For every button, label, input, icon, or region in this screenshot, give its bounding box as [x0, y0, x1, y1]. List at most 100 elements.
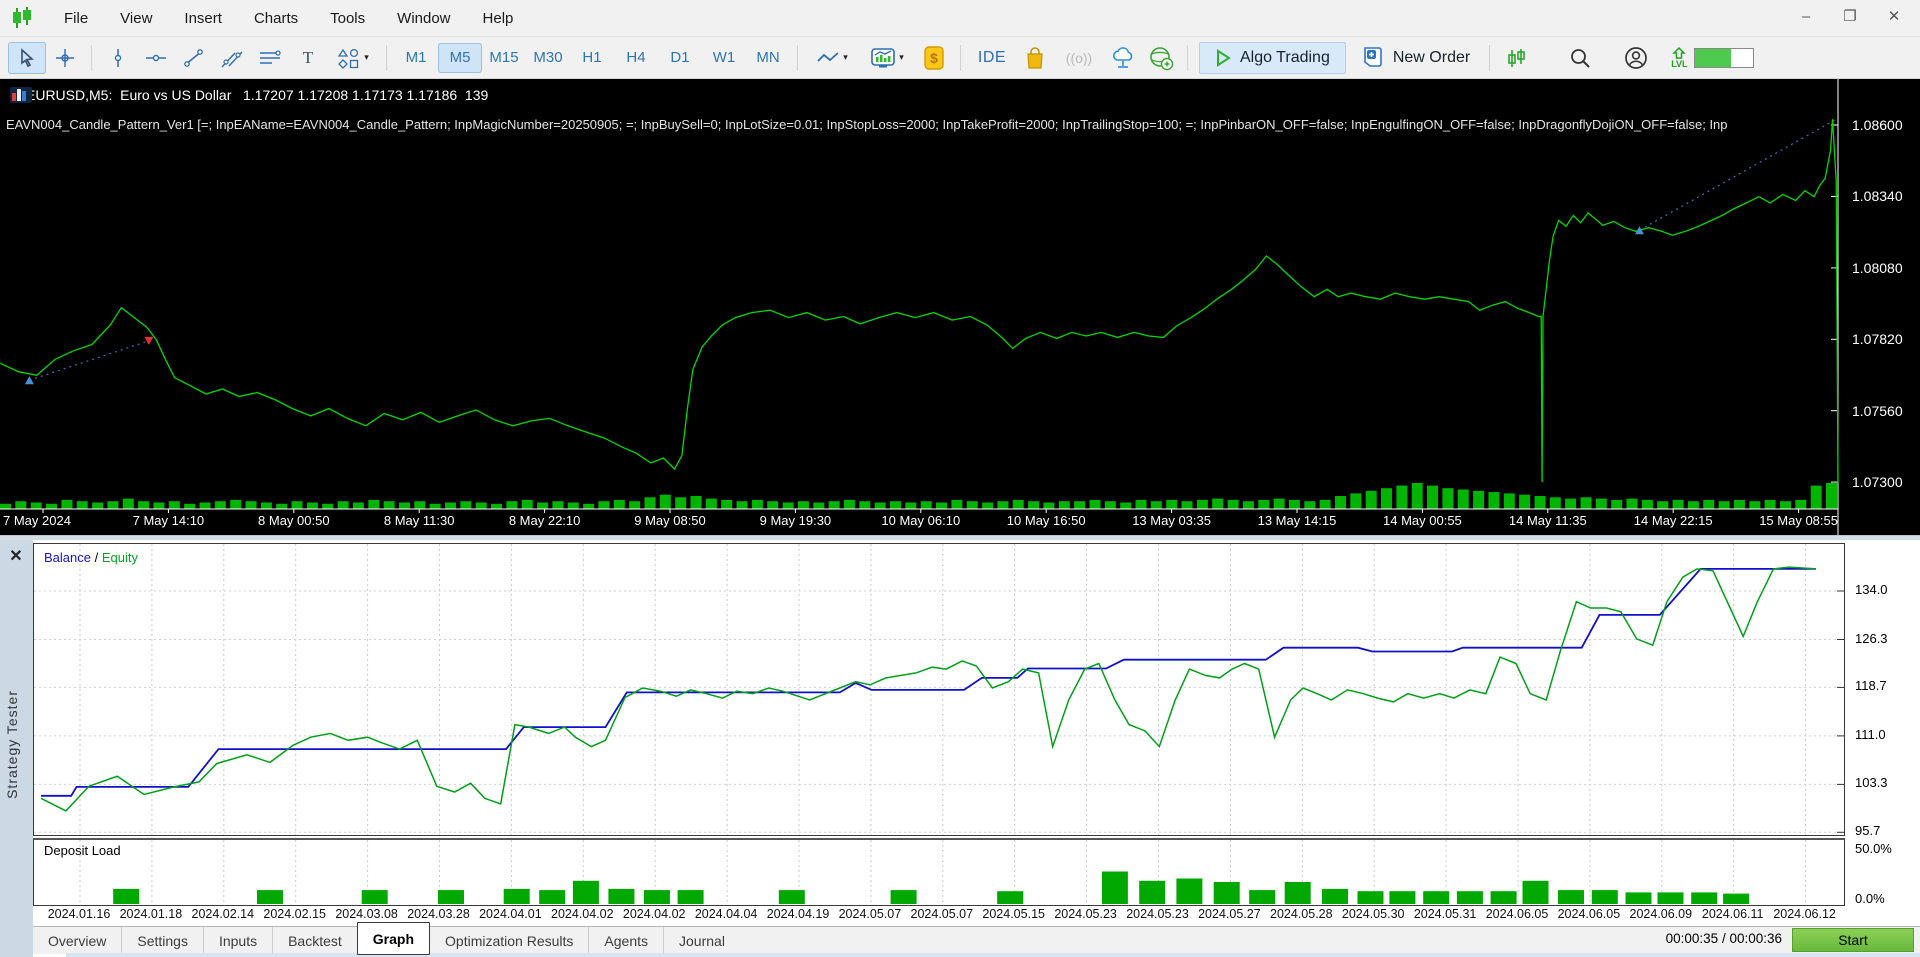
search-button[interactable]	[1561, 42, 1599, 74]
tester-tab[interactable]: Settings	[121, 927, 203, 954]
tester-close-icon[interactable]: ✕	[6, 546, 26, 566]
cursor-icon	[17, 47, 37, 68]
price-chart-area[interactable]: EURUSD,M5: Euro vs US Dollar 1.17207 1.1…	[0, 79, 1920, 535]
menu-item[interactable]: Help	[467, 6, 530, 31]
new-order-icon	[1362, 46, 1384, 70]
menu-bar: File View Insert Charts Tools Window Help – ❐ …	[0, 0, 1920, 36]
signals-button[interactable]: ((o))	[1054, 42, 1104, 74]
minimize-button[interactable]: –	[1784, 0, 1828, 32]
balance-axis-label: 126.3	[1855, 630, 1888, 646]
menu-item[interactable]: File	[48, 6, 104, 31]
toolbar-separator	[1489, 44, 1491, 71]
timeframe-button[interactable]: D1	[658, 43, 702, 73]
time-tick-label: 7 May 14:10	[132, 513, 205, 528]
account-level-button[interactable]: LVL	[1671, 46, 1688, 69]
time-tick-label: 8 May 00:50	[258, 513, 330, 528]
equidistant-levels-tool-button[interactable]	[251, 42, 289, 74]
balance-axis-label: 103.3	[1855, 775, 1888, 791]
price-axis[interactable]: 1.08600 1.08340 1.08080 1.07820 1.07560 1.073…	[1844, 79, 1920, 509]
date-tick-label: 2024.06.09	[1629, 907, 1693, 921]
tester-tab[interactable]: Agents	[588, 927, 663, 954]
trendline-tool-button[interactable]	[175, 42, 213, 74]
date-tick-label: 2024.01.18	[119, 907, 183, 921]
tester-tab[interactable]: Inputs	[202, 927, 272, 954]
timeframe-button[interactable]: MN	[746, 43, 790, 73]
shapes-tool-button[interactable]: ▾	[327, 42, 379, 74]
shapes-icon	[337, 47, 361, 69]
timeframe-button[interactable]: M5	[438, 42, 482, 73]
date-tick-label: 2024.04.02	[551, 907, 614, 921]
text-tool-button[interactable]: T	[289, 42, 327, 74]
vps-button[interactable]	[1104, 42, 1142, 74]
tester-tab[interactable]: Graph	[356, 922, 431, 955]
date-tick-label: 2024.02.14	[191, 907, 255, 921]
chart-type-dropdown-icon[interactable]: ▾	[843, 52, 848, 63]
menu-item[interactable]: Window	[381, 6, 466, 31]
timeframe-button[interactable]: W1	[702, 43, 746, 73]
timeframe-button[interactable]: M1	[394, 43, 438, 73]
cursor-tool-button[interactable]	[8, 41, 46, 74]
timeframe-button[interactable]: M15	[482, 43, 526, 73]
tester-tab[interactable]: Overview	[33, 927, 121, 954]
date-tick-label: 2024.05.15	[982, 907, 1045, 921]
date-tick-label: 2024.03.28	[407, 907, 470, 921]
timeframe-button[interactable]: H4	[614, 43, 658, 73]
algo-trading-label: Algo Trading	[1240, 48, 1330, 66]
community-button[interactable]	[1142, 42, 1180, 74]
vertical-line-tool-button[interactable]	[99, 42, 137, 74]
chart-type-button[interactable]: ▾	[805, 42, 859, 74]
depth-of-market-button[interactable]	[1497, 42, 1535, 74]
menu-item[interactable]: Charts	[238, 6, 314, 31]
dollar-icon: $	[923, 45, 945, 70]
date-tick-label: 2024.05.07	[910, 907, 974, 921]
date-tick-label: 2024.01.16	[47, 907, 111, 921]
crosshair-tool-button[interactable]	[46, 42, 84, 74]
date-tick-label: 2024.06.05	[1557, 907, 1621, 921]
restore-button[interactable]: ❐	[1828, 0, 1872, 32]
time-axis[interactable]: 7 May 2024 7 May 14:10 8 May 00:50 8 May 11…	[0, 511, 1844, 533]
balance-axis-label: 134.0	[1855, 582, 1888, 597]
menu-item[interactable]: Tools	[314, 6, 381, 31]
ide-button[interactable]: IDE	[968, 42, 1016, 74]
tester-tab[interactable]: Backtest	[272, 927, 357, 954]
menu: File View Insert Charts Tools Window Help	[48, 6, 529, 31]
balance-equity-graph[interactable]: Balance / Equity	[33, 543, 1845, 836]
date-tick-label: 2024.05.28	[1270, 907, 1333, 921]
close-button[interactable]: ✕	[1872, 0, 1916, 32]
indicators-dropdown-icon[interactable]: ▾	[899, 52, 904, 63]
indicators-button[interactable]: ▾	[859, 42, 915, 74]
cloud-icon	[1110, 46, 1136, 70]
new-order-button[interactable]: New Order	[1350, 42, 1482, 74]
account-level-progress	[1693, 47, 1754, 68]
ea-parameters-line: EAVN004_Candle_Pattern_Ver1 [=; InpEANam…	[6, 117, 1728, 132]
start-button[interactable]: Start	[1792, 928, 1914, 952]
price-chart-canvas[interactable]	[0, 79, 1920, 535]
channel-tool-button[interactable]	[213, 42, 251, 74]
window-controls: – ❐ ✕	[1784, 0, 1916, 32]
toolbar-separator	[386, 44, 387, 71]
tester-sidebar: ✕ Strategy Tester	[0, 540, 33, 957]
deposit-load-graph[interactable]: Deposit Load	[33, 838, 1845, 906]
strategy-tester-panel: ✕ Strategy Tester Balance / Equity Depos…	[0, 540, 1920, 957]
algo-trading-button[interactable]: Algo Trading	[1199, 41, 1346, 74]
time-tick-label: 9 May 08:50	[634, 513, 706, 528]
menu-item[interactable]: Insert	[168, 6, 238, 31]
currency-button[interactable]: $	[915, 42, 953, 74]
date-tick-label: 2024.06.12	[1773, 907, 1836, 921]
account-button[interactable]	[1617, 42, 1655, 74]
tester-tab[interactable]: Optimization Results	[430, 927, 588, 954]
time-tick-label: 14 May 22:15	[1633, 513, 1713, 528]
horizontal-line-tool-button[interactable]	[137, 42, 175, 74]
time-tick-label: 14 May 00:55	[1383, 513, 1462, 528]
balance-axis-label: 118.7	[1855, 678, 1887, 694]
timeframe-button[interactable]: H1	[570, 43, 614, 73]
toolbar-separator	[91, 44, 92, 71]
legend-equity: Equity	[101, 550, 138, 565]
shapes-dropdown-icon[interactable]: ▾	[364, 52, 369, 63]
menu-item[interactable]: View	[104, 6, 168, 31]
avatar-icon	[1624, 46, 1648, 70]
tester-tabs: Overview Settings Inputs Backtest Graph Optim…	[33, 922, 1920, 955]
timeframe-button[interactable]: M30	[526, 43, 570, 73]
market-button[interactable]	[1016, 42, 1054, 74]
tester-tab[interactable]: Journal	[663, 927, 740, 954]
